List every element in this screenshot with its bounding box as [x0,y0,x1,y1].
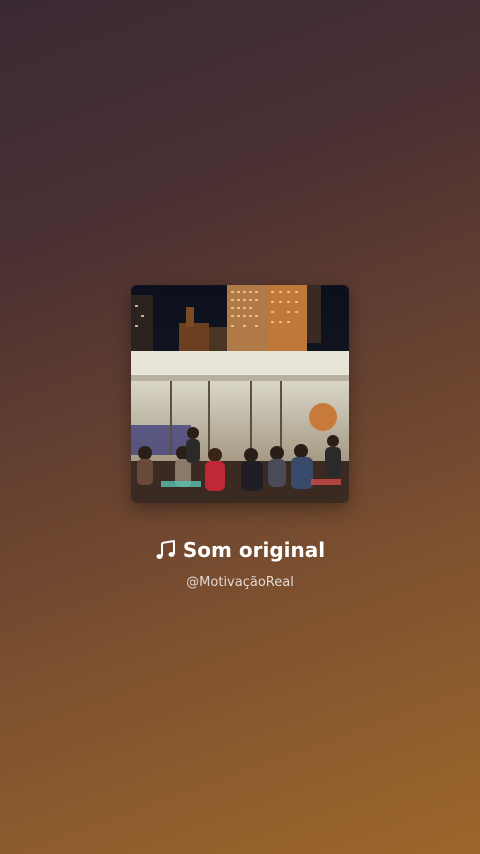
sound-title-row: Som original [0,538,480,562]
sound-title: Som original [182,538,326,562]
sound-page: { "sound": { "title": "Som original", "a… [0,0,480,854]
sound-author[interactable]: @MotivaçãoReal [0,575,480,590]
music-note-icon [155,539,177,561]
cover-artwork [131,285,349,503]
album-cover-image[interactable] [131,285,349,503]
